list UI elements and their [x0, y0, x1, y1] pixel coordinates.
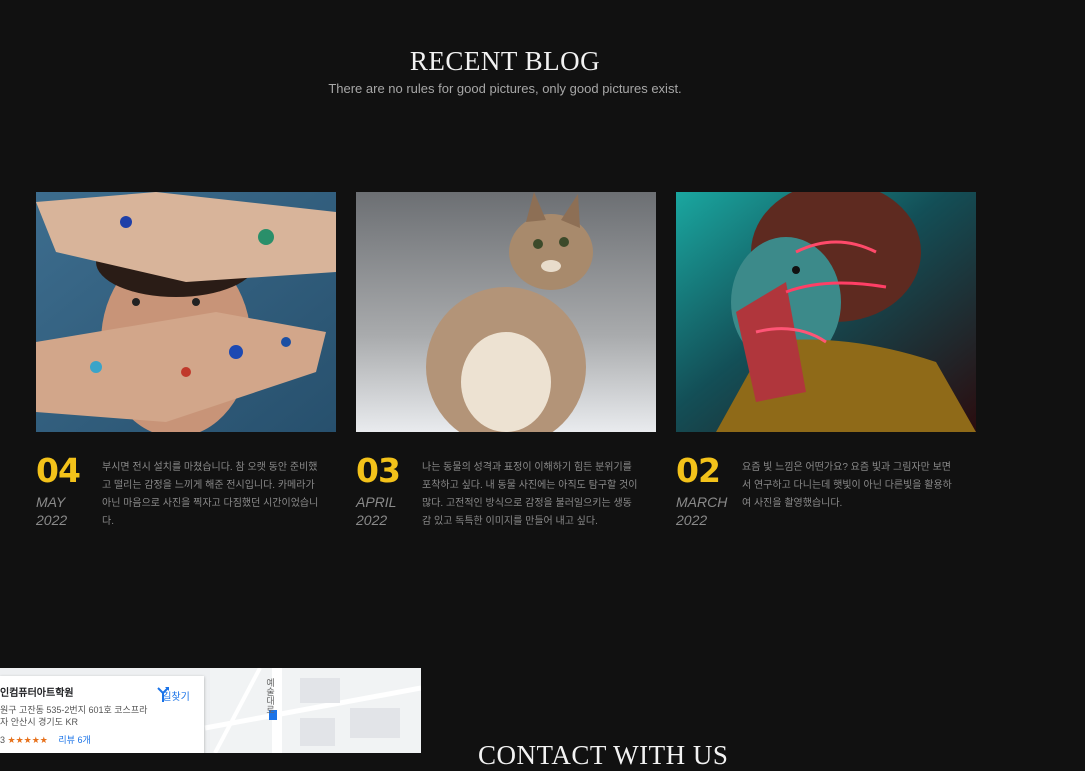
post-date: 02 MARCH 2022	[676, 454, 736, 529]
map-rating-value: 3	[0, 735, 6, 745]
post-excerpt: 부시면 전시 설치를 마쳤습니다. 참 오랫 동안 준비했고 떨리는 감정을 느…	[102, 462, 319, 527]
embedded-map[interactable]: 예술대로 인컴퓨터아트학원 원구 고잔동 535-2번지 601호 코스프라자 …	[0, 668, 421, 753]
map-place-name: 인컴퓨터아트학원	[0, 688, 74, 699]
post-day: 03	[356, 451, 401, 490]
map-rating: 3 ★★★★★ 리뷰 6개	[0, 733, 91, 746]
neon-portrait-photo[interactable]	[676, 192, 976, 432]
painted-hands-photo[interactable]	[36, 192, 336, 432]
post-year: 2022	[356, 512, 388, 528]
blog-card[interactable]: 03 APRIL 2022 나는 동물의 성격과 표정이 이해하기 힘든 분위기…	[356, 192, 656, 528]
map-address: 원구 고잔동 535-2번지 601호 코스프라자 안산시 경기도 KR	[0, 705, 148, 727]
post-year: 2022	[676, 512, 708, 528]
post-month: APRIL	[356, 494, 397, 510]
directions-icon	[157, 687, 169, 702]
contact-title: CONTACT WITH US	[478, 740, 729, 770]
post-month: MAY	[36, 494, 66, 510]
map-reviews-link[interactable]: 리뷰 6개	[58, 735, 90, 745]
post-day: 02	[676, 451, 721, 490]
post-year: 2022	[36, 512, 68, 528]
post-day: 04	[36, 451, 81, 490]
blog-card[interactable]: 02 MARCH 2022 요즘 빛 느낌은 어떤가요? 요즘 빛과 그림자만 …	[676, 192, 976, 528]
map-directions-button[interactable]: 길찾기	[156, 686, 196, 703]
post-month: MARCH	[676, 494, 728, 510]
cat-photo[interactable]	[356, 192, 656, 432]
post-excerpt: 요즘 빛 느낌은 어떤가요? 요즘 빛과 그림자만 보면서 연구하고 다니는데 …	[742, 462, 952, 509]
recent-blog-subtitle: There are no rules for good pictures, on…	[328, 81, 682, 96]
post-date: 03 APRIL 2022	[356, 454, 416, 529]
map-place-card: 인컴퓨터아트학원 원구 고잔동 535-2번지 601호 코스프라자 안산시 경…	[0, 676, 204, 753]
blog-card[interactable]: 04 MAY 2022 부시면 전시 설치를 마쳤습니다. 참 오랫 동안 준비…	[36, 192, 336, 528]
recent-blog-title: RECENT BLOG	[409, 46, 601, 76]
post-date: 04 MAY 2022	[36, 454, 96, 529]
star-rating-icon: ★★★★★	[7, 735, 48, 745]
map-road-label: 예술대로	[265, 678, 275, 714]
post-excerpt: 나는 동물의 성격과 표정이 이해하기 힘든 분위기를 포착하고 싶다. 내 동…	[422, 462, 638, 527]
